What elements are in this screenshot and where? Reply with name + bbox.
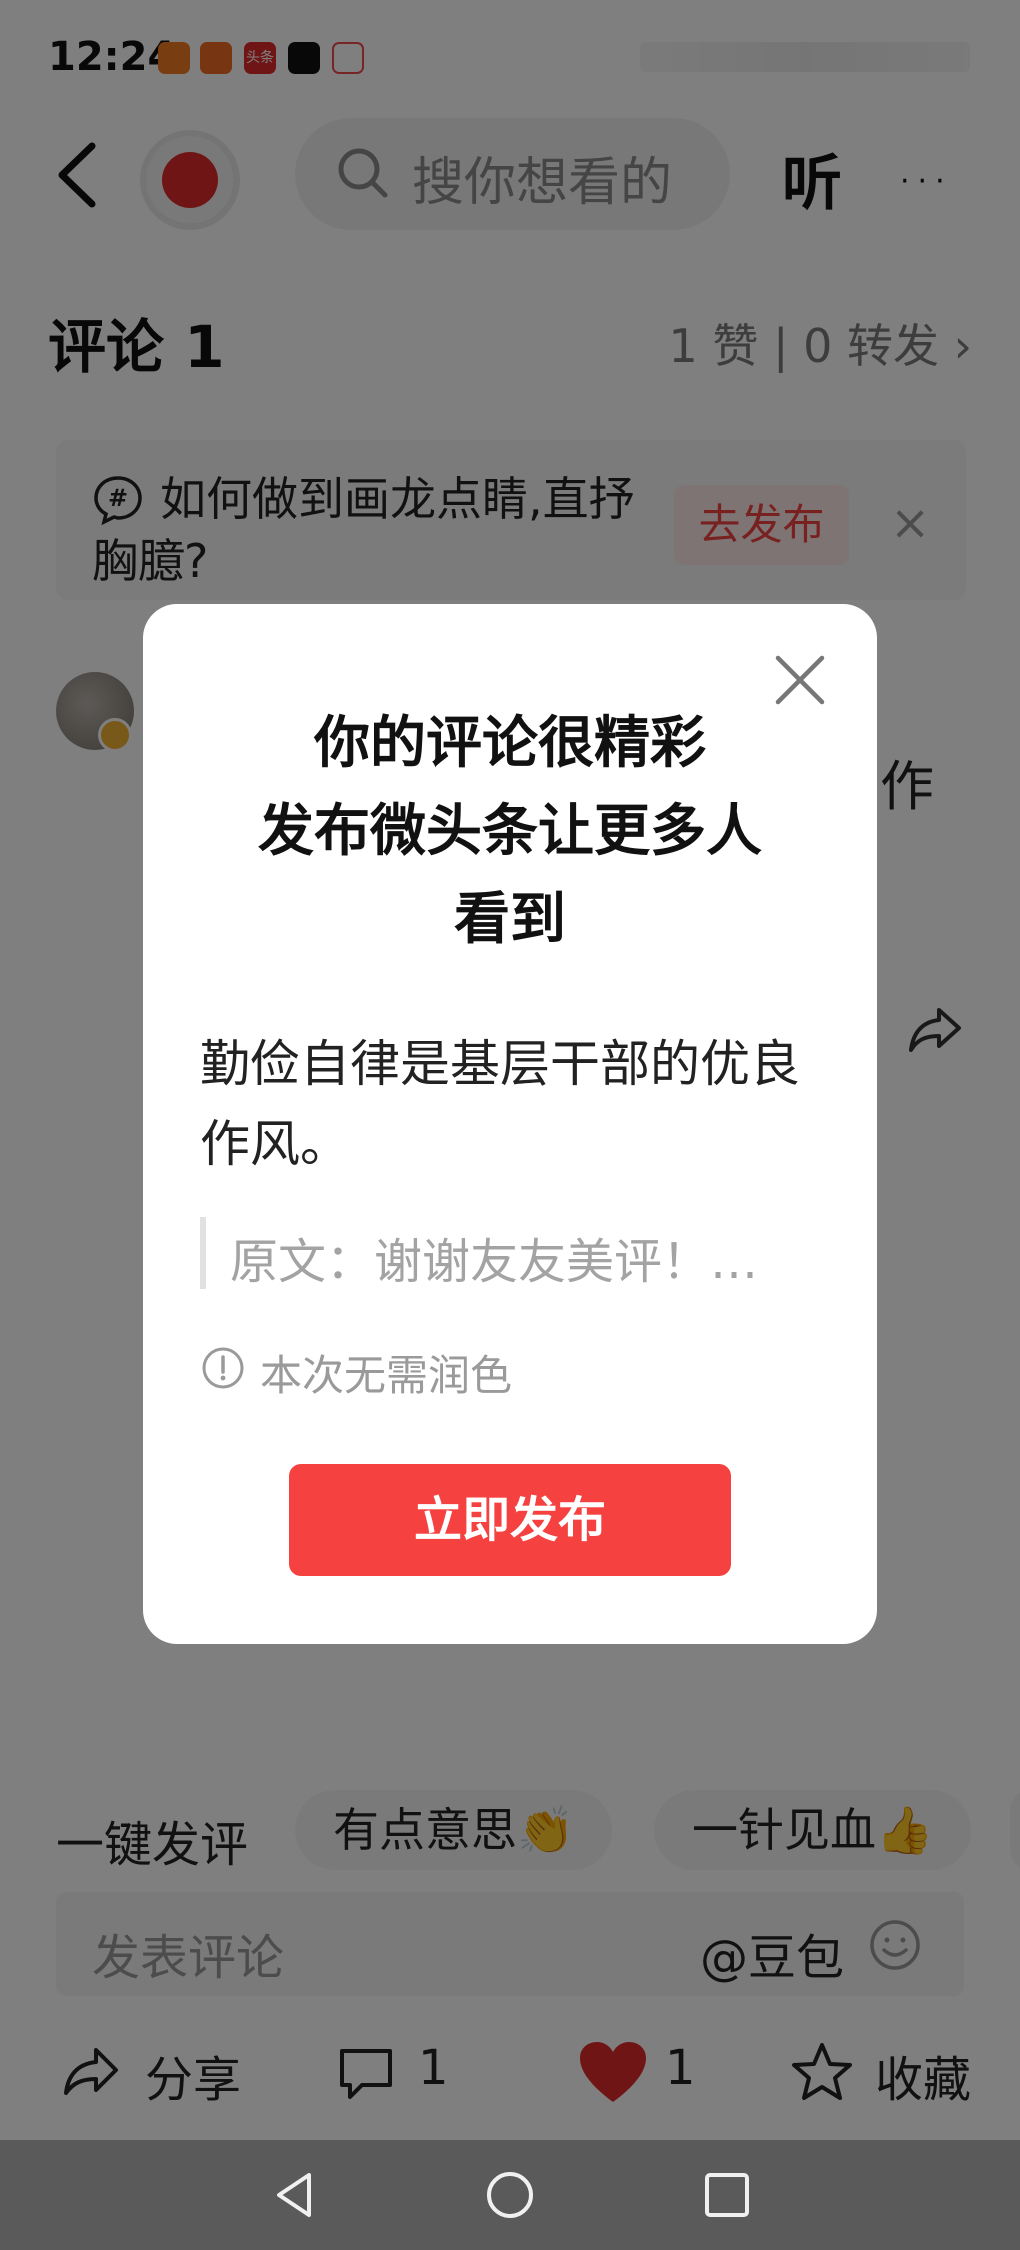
publish-now-button[interactable]: 立即发布 xyxy=(289,1464,731,1576)
nav-home-icon[interactable] xyxy=(480,2165,540,2225)
dialog-comment-text: 勤俭自律是基层干部的优良作风。 xyxy=(200,1035,800,1173)
polish-note: 本次无需润色 xyxy=(260,1351,513,1400)
info-icon xyxy=(202,1347,244,1389)
dialog-title-line1: 你的评论很精彩 xyxy=(314,711,706,776)
nav-recents-icon[interactable] xyxy=(697,2165,757,2225)
dialog-title: 你的评论很精彩 发布微头条让更多人看到 xyxy=(143,700,877,964)
original-quote: 原文：谢谢友友美评！… xyxy=(230,1234,759,1290)
dialog-title-line2: 发布微头条让更多人看到 xyxy=(258,799,762,952)
nav-back-icon[interactable] xyxy=(265,2165,325,2225)
quote-bar xyxy=(200,1217,206,1289)
